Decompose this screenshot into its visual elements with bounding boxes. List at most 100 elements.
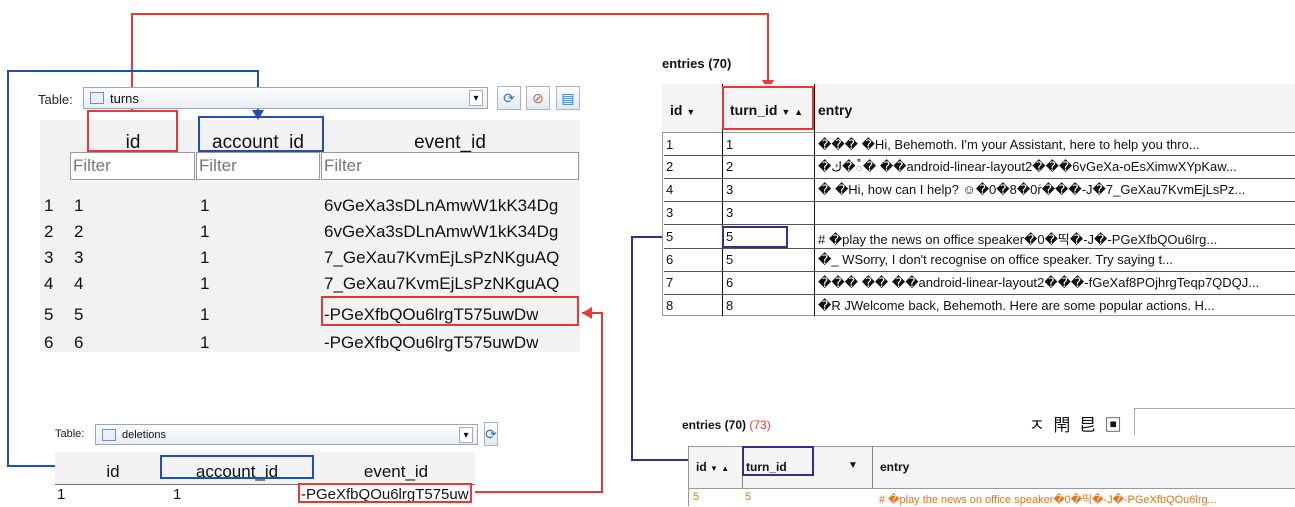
filter-input-account-id[interactable]: Filter <box>196 152 320 180</box>
cell-entry[interactable]: �_ WSorry, I don't recognise on office s… <box>818 252 1173 268</box>
column-header-entry[interactable]: entry <box>880 460 909 474</box>
cell-event-id[interactable]: 7_GeXau7KvmEjLsPzNKguAQ <box>324 274 559 294</box>
cell-turn-id[interactable]: 5 <box>726 252 733 267</box>
cell-id[interactable]: 1 <box>57 486 65 503</box>
cell-turn-id[interactable]: 3 <box>726 182 733 197</box>
cell-account-id[interactable]: 1 <box>200 305 209 325</box>
cell-id[interactable]: 7 <box>666 275 673 290</box>
cell-turn-id[interactable]: 3 <box>726 205 733 220</box>
cell-account-id[interactable]: 1 <box>200 333 209 353</box>
cell-entry[interactable]: ��� �� ��android-linear-layout2���-fGeXa… <box>818 275 1259 291</box>
row-number: 1 <box>44 196 54 215</box>
cell-id[interactable]: 6 <box>666 252 673 267</box>
column-header-event-id[interactable]: event_id <box>318 462 474 482</box>
cell-event-id[interactable]: 7_GeXau7KvmEjLsPzNKguAQ <box>324 248 559 268</box>
chevron-down-icon[interactable]: ▼ <box>848 460 858 471</box>
cell-entry[interactable]: �R JWelcome back, Behemoth. Here are som… <box>818 298 1215 314</box>
cell-account-id[interactable]: 1 <box>200 248 209 268</box>
row-number: 2 <box>44 222 54 241</box>
cell-account-id[interactable]: 1 <box>200 196 209 216</box>
cell-id[interactable]: 1 <box>74 196 83 216</box>
row-divider <box>664 271 1295 272</box>
cell-turn-id[interactable]: 8 <box>726 298 733 313</box>
cell-id[interactable]: 5 <box>693 491 699 503</box>
column-header-event-id[interactable]: event_id <box>322 132 578 154</box>
highlight-turn-id-cell <box>722 226 788 248</box>
highlight-account-id-column <box>160 455 314 479</box>
cell-entry[interactable]: ��� �Hi, Behemoth. I'm your Assistant, h… <box>818 137 1200 153</box>
sort-asc-icon: ▲ <box>721 464 730 473</box>
row-divider <box>664 155 1295 156</box>
cell-id[interactable]: 4 <box>74 274 83 294</box>
column-header-id[interactable]: id ▼ ▲ <box>696 460 729 474</box>
cell-id[interactable]: 1 <box>666 137 673 152</box>
cell-id[interactable]: 3 <box>74 248 83 268</box>
filter-input-id[interactable]: Filter <box>70 152 195 180</box>
cell-entry[interactable]: �ك�ఄ� ��android-linear-layout2���6vGeXa-… <box>818 159 1237 178</box>
table-row[interactable]: 1 1 ��� �Hi, Behemoth. I'm your Assistant,… <box>664 135 1295 155</box>
column-header-entry[interactable]: entry <box>818 102 852 118</box>
column-header-id-label: id <box>696 460 707 474</box>
arrowhead <box>582 307 592 319</box>
cell-account-id[interactable]: 1 <box>173 486 181 503</box>
clear-filter-button[interactable]: ⊘ <box>526 86 550 110</box>
new-record-button[interactable]: ▤ <box>556 86 580 110</box>
table-select-value: turns <box>110 90 139 106</box>
table-row[interactable]: 8 8 �R JWelcome back, Behemoth. Here are s… <box>664 296 1295 316</box>
sort-desc-icon: ▼ <box>686 107 696 117</box>
cell-id[interactable]: 6 <box>74 333 83 353</box>
highlight-id-column <box>87 110 178 152</box>
table-row[interactable]: 7 6 ��� �� ��android-linear-layout2���-fGe… <box>664 273 1295 293</box>
table-label: Table: <box>38 92 73 107</box>
highlight-event-id-cell <box>321 296 579 326</box>
table-row[interactable]: 2 2 �ك�ఄ� ��android-linear-layout2���6vGeX… <box>664 157 1295 177</box>
table-row[interactable]: 33 <box>664 203 1295 223</box>
row-divider <box>664 201 1295 202</box>
cell-id[interactable]: 8 <box>666 298 673 313</box>
refresh-button[interactable]: ⟳ <box>497 86 521 110</box>
cell-id[interactable]: 3 <box>666 205 673 220</box>
column-header-id[interactable]: id ▼ <box>670 102 695 118</box>
table-row[interactable]: 6 5 �_ WSorry, I don't recognise on office… <box>664 250 1295 270</box>
toolbar-field[interactable] <box>1134 408 1295 435</box>
cell-turn-id[interactable]: 2 <box>726 159 733 174</box>
refresh-button[interactable]: ⟳ <box>484 422 498 446</box>
entries-title-label: entries (70) <box>682 418 747 432</box>
entries-count-badge: (73) <box>749 418 771 432</box>
row-number: 4 <box>44 274 54 293</box>
cell-turn-id[interactable]: 5 <box>745 491 751 503</box>
table-select[interactable]: turns ▾ <box>83 87 488 109</box>
row-divider <box>664 224 1295 225</box>
table-row[interactable]: 5 5 # �play the news on office speaker�0… <box>689 488 1295 506</box>
table-select[interactable]: deletions ▾ <box>95 424 478 445</box>
cell-id[interactable]: 2 <box>666 159 673 174</box>
cell-entry[interactable]: � �Hi, how can I help? ☺�0�8�0ṙ���-J�7_G… <box>818 182 1245 198</box>
table-row[interactable]: 4 3 � �Hi, how can I help? ☺�0�8�0ṙ���-J�7… <box>664 180 1295 200</box>
cell-account-id[interactable]: 1 <box>200 222 209 242</box>
cell-account-id[interactable]: 1 <box>200 274 209 294</box>
highlight-turn-id-column <box>742 446 814 476</box>
row-divider <box>664 294 1295 295</box>
row-number: 3 <box>44 248 54 267</box>
cell-turn-id[interactable]: 6 <box>726 275 733 290</box>
cell-id[interactable]: 2 <box>74 222 83 242</box>
cell-id[interactable]: 4 <box>666 182 673 197</box>
cell-event-id[interactable]: -PGeXfbQOu6lrgT575uwDw <box>324 333 538 353</box>
toolbar-icons[interactable]: ㅈ 閈 㫐 ▣ <box>1029 411 1124 436</box>
cell-turn-id[interactable]: 1 <box>726 137 733 152</box>
cell-id[interactable]: 5 <box>74 305 83 325</box>
row-number: 5 <box>44 305 54 324</box>
cell-event-id[interactable]: 6vGeXa3sDLnAmwW1kK34Dg <box>324 196 558 216</box>
chevron-down-icon[interactable]: ▾ <box>459 427 473 443</box>
cell-entry[interactable]: # �play the news on office speaker�0�띡�-… <box>818 229 1217 248</box>
cell-id[interactable]: 5 <box>666 229 673 244</box>
row-divider <box>664 248 1295 249</box>
cell-event-id[interactable]: 6vGeXa3sDLnAmwW1kK34Dg <box>324 222 558 242</box>
row-divider <box>664 178 1295 179</box>
column-header-id[interactable]: id <box>58 462 168 482</box>
filter-input-event-id[interactable]: Filter <box>321 152 579 180</box>
highlight-event-id-cell <box>298 483 472 503</box>
chevron-down-icon[interactable]: ▾ <box>469 90 483 106</box>
table-icon <box>90 92 104 104</box>
entries-title: entries (70) (73) <box>682 418 771 432</box>
